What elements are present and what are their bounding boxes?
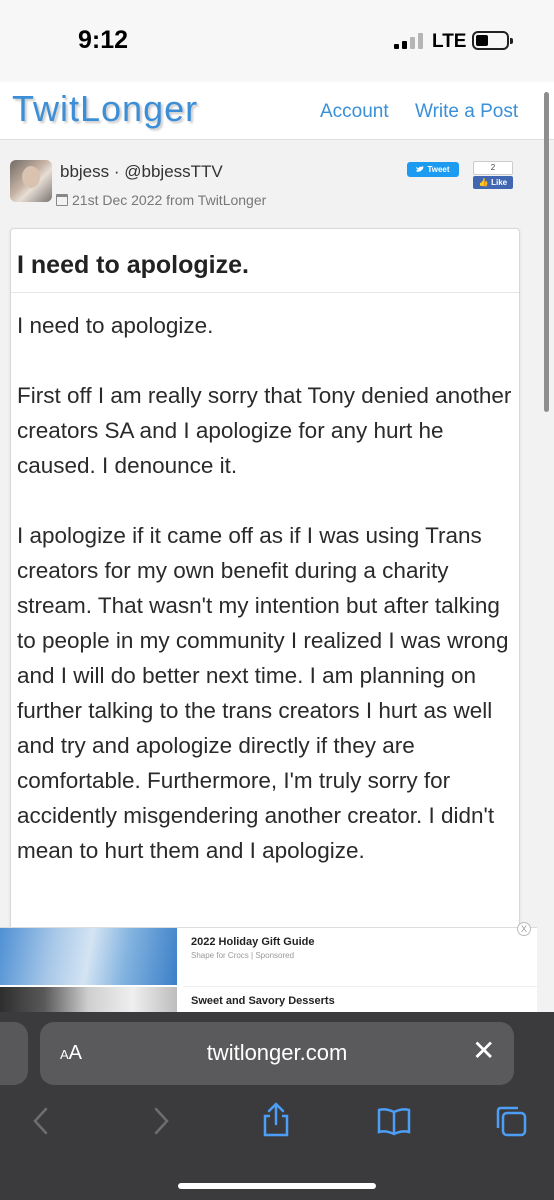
bird-icon [416, 166, 424, 172]
avatar[interactable] [10, 160, 52, 202]
forward-icon[interactable] [150, 1106, 172, 1136]
share-icon[interactable] [260, 1100, 292, 1138]
facebook-like-widget[interactable]: 2 👍 Like [473, 161, 513, 190]
tweet-label: Tweet [427, 165, 450, 174]
home-indicator[interactable] [178, 1183, 376, 1189]
signal-icon [394, 33, 426, 49]
post-paragraph: I need to apologize. [17, 313, 214, 338]
previous-tab-peek[interactable] [0, 1022, 28, 1085]
ad-close-icon[interactable]: X [517, 922, 531, 936]
ad-divider [183, 986, 537, 987]
battery-icon [472, 31, 513, 50]
scroll-indicator [544, 92, 549, 412]
like-button[interactable]: 👍 Like [473, 176, 513, 189]
post-card: I need to apologize. I need to apologize… [10, 228, 520, 948]
post-body: I need to apologize. First off I am real… [17, 308, 515, 903]
nav-write-post-link[interactable]: Write a Post [415, 101, 518, 123]
post-meta: 21st Dec 2022 from TwitLonger [56, 192, 266, 208]
sponsored-ad[interactable]: X 2022 Holiday Gift Guide Shape for Croc… [0, 922, 537, 1018]
tweet-button[interactable]: Tweet [407, 162, 459, 177]
title-divider [11, 292, 519, 293]
close-icon[interactable]: ✕ [472, 1036, 495, 1066]
bookmarks-icon[interactable] [376, 1106, 412, 1136]
url-text[interactable]: twitlonger.com [40, 1040, 514, 1066]
status-bar: 9:12 LTE [0, 0, 554, 82]
nav-account-link[interactable]: Account [320, 101, 389, 123]
ad-title[interactable]: 2022 Holiday Gift Guide [191, 936, 314, 948]
like-label: Like [491, 178, 508, 187]
author-name[interactable]: bbjess · @bbjessTTV [60, 162, 223, 182]
ad-title[interactable]: Sweet and Savory Desserts [191, 995, 335, 1007]
post-title: I need to apologize. [17, 251, 249, 279]
post-paragraph: I apologize if it came off as if I was u… [17, 523, 509, 863]
calendar-icon [56, 194, 68, 206]
ad-source: Shape for Crocs | Sponsored [191, 951, 295, 960]
tabs-icon[interactable] [494, 1104, 528, 1138]
ad-image[interactable] [0, 928, 177, 985]
network-type: LTE [432, 31, 467, 52]
back-icon[interactable] [30, 1106, 52, 1136]
post-date: 21st Dec 2022 from TwitLonger [72, 192, 267, 208]
like-count: 2 [473, 161, 513, 175]
post-paragraph: First off I am really sorry that Tony de… [17, 383, 512, 478]
site-logo[interactable]: TwitLonger [12, 88, 198, 130]
status-time: 9:12 [78, 26, 129, 54]
browser-toolbar: AA twitlonger.com ✕ [0, 1012, 554, 1200]
site-header: TwitLonger Account Write a Post [0, 82, 554, 140]
address-bar[interactable]: AA twitlonger.com ✕ [40, 1022, 514, 1085]
thumbs-up-icon: 👍 [478, 178, 489, 187]
